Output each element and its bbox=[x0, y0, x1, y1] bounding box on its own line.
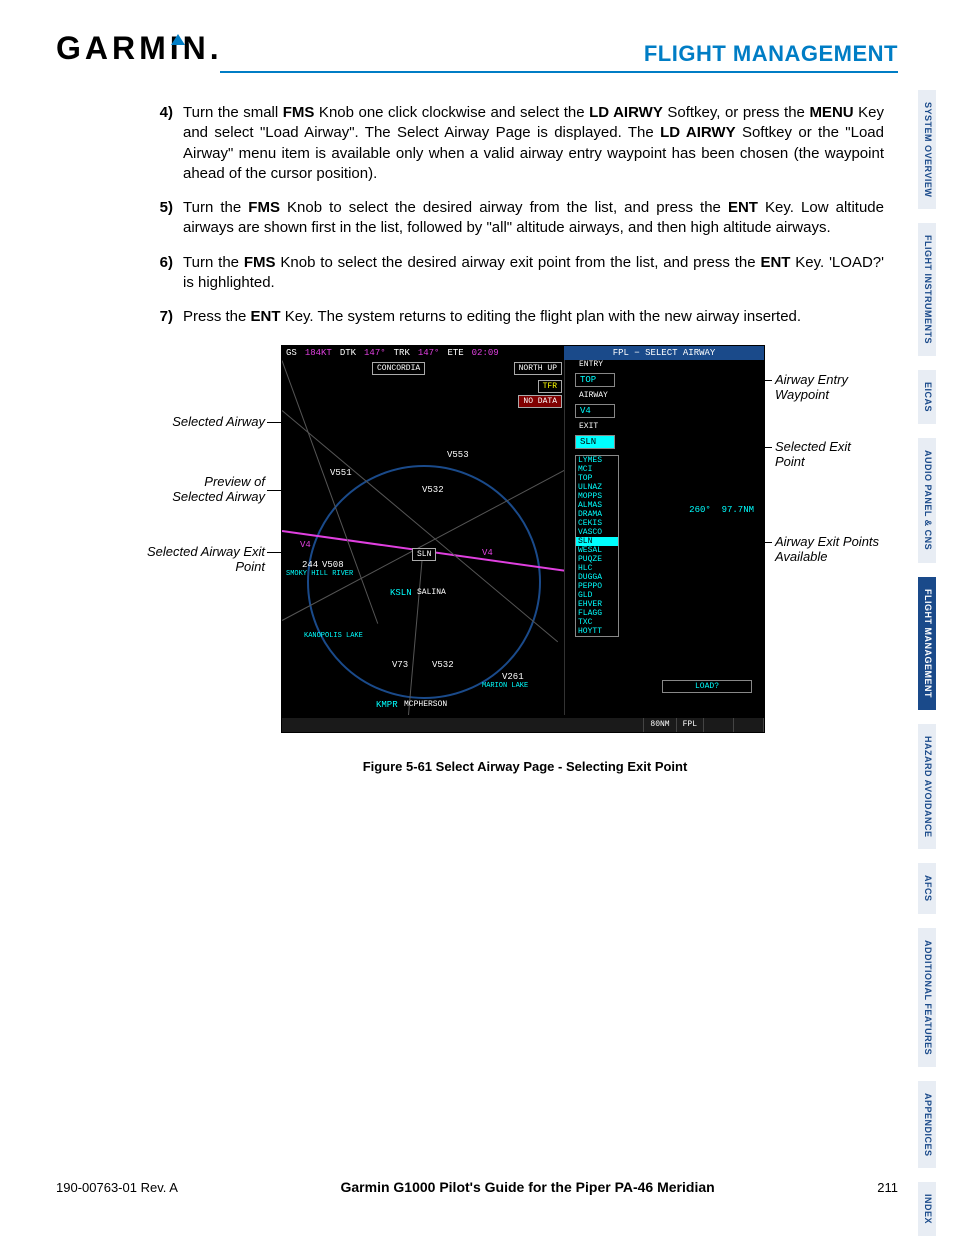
list-item[interactable]: TXC bbox=[576, 618, 618, 627]
bearing-distance: 260° 97.7NM bbox=[689, 505, 754, 515]
step-number: 7) bbox=[155, 307, 183, 327]
section-tab[interactable]: HAZARD AVOIDANCE bbox=[918, 724, 936, 850]
section-tab[interactable]: AUDIO PANEL & CNS bbox=[918, 438, 936, 562]
list-item[interactable]: MCI bbox=[576, 465, 618, 474]
doc-title: Garmin G1000 Pilot's Guide for the Piper… bbox=[341, 1179, 715, 1195]
section-tab[interactable]: AFCS bbox=[918, 863, 936, 914]
section-tab[interactable]: EICAS bbox=[918, 370, 936, 424]
page-footer: 190-00763-01 Rev. A Garmin G1000 Pilot's… bbox=[56, 1179, 898, 1195]
airway-field[interactable]: V4 bbox=[575, 404, 615, 418]
section-tab[interactable]: FLIGHT MANAGEMENT bbox=[918, 577, 936, 710]
list-item[interactable]: DRAMA bbox=[576, 510, 618, 519]
step: 5)Turn the FMS Knob to select the desire… bbox=[155, 198, 884, 239]
callout-selected-exit: Selected Exit Point bbox=[775, 440, 884, 469]
list-item[interactable]: PEPPO bbox=[576, 582, 618, 591]
list-item[interactable]: DUGGA bbox=[576, 573, 618, 582]
logo-text: GARMIN bbox=[56, 30, 210, 67]
list-item[interactable]: PUQZE bbox=[576, 555, 618, 564]
fpl-title: FPL − SELECT AIRWAY bbox=[564, 346, 764, 360]
select-airway-panel: ENTRY TOP AIRWAY V4 EXIT SLN LYMESMCITOP… bbox=[564, 360, 764, 715]
section-tab[interactable]: FLIGHT INSTRUMENTS bbox=[918, 223, 936, 356]
list-item[interactable]: ALMAS bbox=[576, 501, 618, 510]
step-text: Press the ENT Key. The system returns to… bbox=[183, 307, 884, 327]
step: 7)Press the ENT Key. The system returns … bbox=[155, 307, 884, 327]
section-tab[interactable]: ADDITIONAL FEATURES bbox=[918, 928, 936, 1067]
list-item[interactable]: HOYTT bbox=[576, 627, 618, 636]
load-prompt[interactable]: LOAD? bbox=[662, 680, 752, 693]
logo-triangle-icon bbox=[171, 34, 185, 45]
section-title: FLIGHT MANAGEMENT bbox=[644, 41, 898, 67]
list-item[interactable]: FLAGG bbox=[576, 609, 618, 618]
list-item[interactable]: GLD bbox=[576, 591, 618, 600]
list-item[interactable]: CEKIS bbox=[576, 519, 618, 528]
top-data-bar: GS184KT DTK147° TRK147° ETE02:09 FPL − S… bbox=[282, 346, 764, 360]
page-number: 211 bbox=[877, 1180, 898, 1195]
list-item[interactable]: LYMES bbox=[576, 456, 618, 465]
step-number: 5) bbox=[155, 198, 183, 239]
list-item[interactable]: MOPPS bbox=[576, 492, 618, 501]
entry-field[interactable]: TOP bbox=[575, 373, 615, 387]
list-item[interactable]: TOP bbox=[576, 474, 618, 483]
exit-point-list[interactable]: LYMESMCITOPULNAZMOPPSALMASDRAMACEKISVASC… bbox=[575, 455, 619, 637]
step: 6)Turn the FMS Knob to select the desire… bbox=[155, 253, 884, 294]
section-tab[interactable]: SYSTEM OVERVIEW bbox=[918, 90, 936, 209]
callout-preview-airway: Preview of Selected Airway bbox=[95, 475, 265, 504]
section-tab[interactable]: APPENDICES bbox=[918, 1081, 936, 1169]
section-tabs: SYSTEM OVERVIEW FLIGHT INSTRUMENTS EICAS AU… bbox=[918, 90, 954, 1250]
section-tab[interactable]: INDEX bbox=[918, 1182, 936, 1236]
nav-map: CONCORDIA NORTH UP TFR NO DATA V551 V553… bbox=[282, 360, 566, 715]
g1000-screen: GS184KT DTK147° TRK147° ETE02:09 FPL − S… bbox=[281, 345, 765, 733]
list-item[interactable]: WESAL bbox=[576, 546, 618, 555]
callout-entry-waypoint: Airway Entry Waypoint bbox=[775, 373, 884, 402]
step: 4)Turn the small FMS Knob one click cloc… bbox=[155, 103, 884, 184]
step-text: Turn the small FMS Knob one click clockw… bbox=[183, 103, 884, 184]
step-text: Turn the FMS Knob to select the desired … bbox=[183, 198, 884, 239]
softkey-bar: 80NM FPL bbox=[282, 718, 764, 732]
callout-selected-airway: Selected Airway bbox=[95, 415, 265, 429]
list-item[interactable]: EHVER bbox=[576, 600, 618, 609]
body-content: 4)Turn the small FMS Knob one click cloc… bbox=[0, 73, 954, 775]
figure-wrap: Selected Airway Preview of Selected Airw… bbox=[155, 345, 884, 775]
garmin-logo: GARMIN . bbox=[56, 30, 233, 67]
step-text: Turn the FMS Knob to select the desired … bbox=[183, 253, 884, 294]
list-item[interactable]: ULNAZ bbox=[576, 483, 618, 492]
page-header: GARMIN . FLIGHT MANAGEMENT bbox=[0, 0, 954, 67]
exit-field[interactable]: SLN bbox=[575, 435, 615, 449]
callout-exit-point-left: Selected Airway Exit Point bbox=[95, 545, 265, 574]
figure-caption: Figure 5-61 Select Airway Page - Selecti… bbox=[155, 758, 895, 776]
list-item[interactable]: SLN bbox=[576, 537, 618, 546]
step-number: 6) bbox=[155, 253, 183, 294]
list-item[interactable]: HLC bbox=[576, 564, 618, 573]
callout-exit-points-avail: Airway Exit Points Available bbox=[775, 535, 879, 564]
logo-dot: . bbox=[210, 30, 219, 67]
step-number: 4) bbox=[155, 103, 183, 184]
doc-number: 190-00763-01 Rev. A bbox=[56, 1180, 178, 1195]
list-item[interactable]: VASCO bbox=[576, 528, 618, 537]
